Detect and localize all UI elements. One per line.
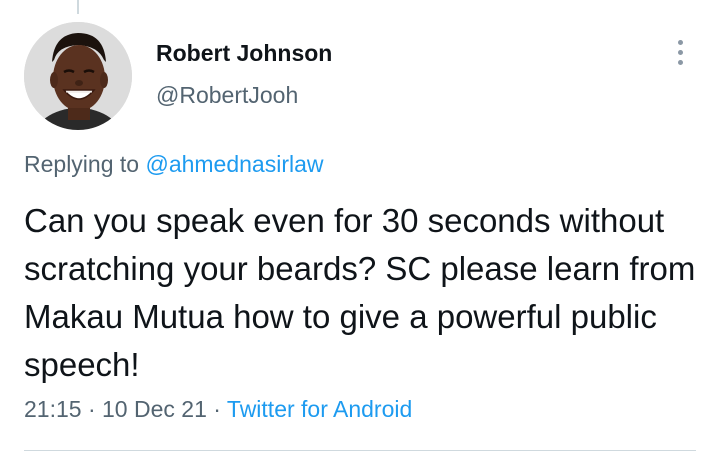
meta-separator: · <box>87 396 96 422</box>
tweet: Robert Johnson @RobertJooh Replying to @… <box>0 0 720 456</box>
avatar-image <box>24 22 132 130</box>
divider <box>24 450 696 451</box>
more-options-button[interactable] <box>664 36 696 68</box>
avatar[interactable] <box>24 22 132 130</box>
more-icon-dot <box>677 39 683 45</box>
author-display-name[interactable]: Robert Johnson <box>156 40 332 67</box>
replying-to-label: Replying to <box>24 151 140 177</box>
tweet-text: Can you speak even for 30 seconds withou… <box>24 202 696 383</box>
more-icon-dot <box>677 59 683 65</box>
replying-to-line: Replying to @ahmednasirlaw <box>24 151 324 178</box>
reply-mention-link[interactable]: @ahmednasirlaw <box>145 151 323 177</box>
tweet-date[interactable]: 10 Dec 21 <box>102 396 207 422</box>
tweet-time[interactable]: 21:15 <box>24 396 82 422</box>
tweet-source-link[interactable]: Twitter for Android <box>227 396 412 422</box>
more-icon-dot <box>677 49 683 55</box>
tweet-metadata: 21:15 · 10 Dec 21 · Twitter for Android <box>24 396 412 423</box>
meta-separator: · <box>213 396 221 422</box>
author-handle[interactable]: @RobertJooh <box>156 82 298 109</box>
